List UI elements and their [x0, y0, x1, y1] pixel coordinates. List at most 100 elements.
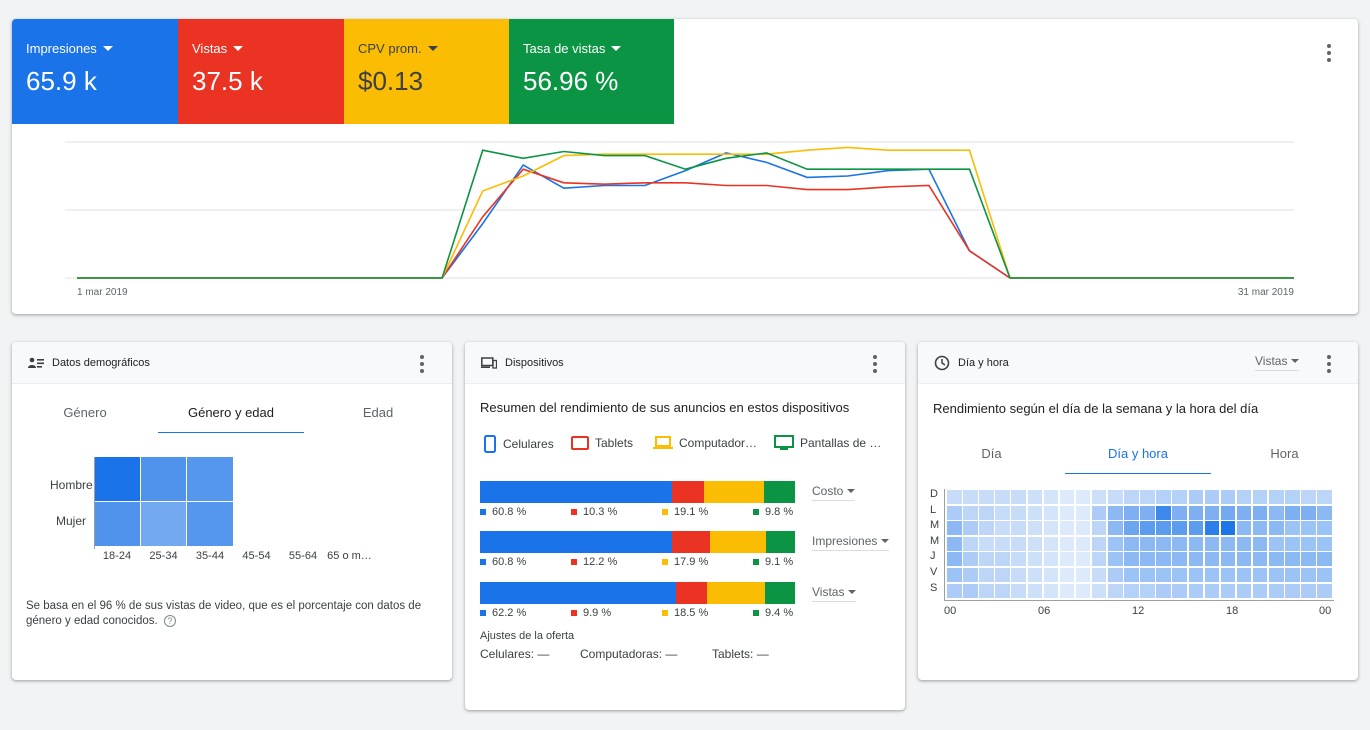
heat-cell[interactable] [1140, 521, 1155, 536]
legend-tablet[interactable]: Tablets [571, 435, 633, 451]
heat-cell[interactable] [1011, 490, 1026, 505]
heat-cell[interactable] [1301, 536, 1316, 551]
heat-cell[interactable] [94, 502, 140, 546]
heat-cell[interactable] [1172, 521, 1187, 536]
device-bar-segment[interactable] [480, 582, 676, 604]
heat-cell[interactable] [1172, 536, 1187, 551]
metric-views[interactable]: Vistas 37.5 k [178, 19, 344, 124]
tab-age[interactable]: Edad [304, 405, 452, 433]
device-metric-select[interactable]: Impresiones [812, 534, 890, 551]
heat-cell[interactable] [1301, 521, 1316, 536]
heat-cell[interactable] [140, 457, 186, 501]
heat-cell[interactable] [1317, 505, 1332, 520]
heat-cell[interactable] [1075, 536, 1091, 551]
heat-cell[interactable] [1043, 505, 1059, 520]
device-bar-row[interactable] [480, 531, 795, 553]
heat-cell[interactable] [1285, 583, 1300, 598]
heat-cell[interactable] [1011, 536, 1026, 551]
heat-cell[interactable] [1317, 536, 1332, 551]
heat-cell[interactable] [963, 536, 978, 551]
heat-cell[interactable] [1140, 552, 1155, 567]
more-options-icon[interactable] [1327, 355, 1331, 373]
heat-cell[interactable] [979, 583, 994, 598]
heat-cell[interactable] [1124, 505, 1139, 520]
heat-cell[interactable] [1059, 521, 1075, 536]
help-icon[interactable]: ? [163, 615, 176, 627]
heat-cell[interactable] [1027, 583, 1043, 598]
device-bar-segment[interactable] [707, 582, 766, 604]
heat-cell[interactable] [1220, 583, 1236, 598]
heat-cell[interactable] [1156, 505, 1171, 520]
heat-cell[interactable] [1252, 583, 1268, 598]
heat-cell[interactable] [1269, 490, 1284, 505]
device-bar-segment[interactable] [703, 481, 765, 503]
heat-cell[interactable] [1236, 521, 1252, 536]
device-metric-select[interactable]: Costo [812, 484, 856, 501]
heat-cell[interactable] [1236, 583, 1252, 598]
heat-cell[interactable] [995, 583, 1010, 598]
heat-cell[interactable] [1236, 536, 1252, 551]
heat-cell[interactable] [1027, 552, 1043, 567]
heat-cell[interactable] [1108, 490, 1123, 505]
heat-cell[interactable] [1140, 490, 1155, 505]
heat-cell[interactable] [947, 490, 962, 505]
device-bar-segment[interactable] [764, 481, 795, 503]
heat-cell[interactable] [1011, 583, 1026, 598]
heat-cell[interactable] [1011, 505, 1026, 520]
heat-cell[interactable] [1091, 568, 1107, 583]
heat-cell[interactable] [963, 568, 978, 583]
heat-cell[interactable] [140, 502, 186, 546]
heat-cell[interactable] [1236, 490, 1252, 505]
heat-cell[interactable] [1075, 490, 1091, 505]
heat-cell[interactable] [1301, 490, 1316, 505]
device-bar-segment[interactable] [671, 481, 704, 503]
heat-cell[interactable] [1091, 490, 1107, 505]
heat-cell[interactable] [1108, 583, 1123, 598]
heat-cell[interactable] [1301, 583, 1316, 598]
heat-cell[interactable] [1108, 568, 1123, 583]
device-bar-segment[interactable] [671, 531, 710, 553]
heat-cell[interactable] [1188, 536, 1204, 551]
heat-cell[interactable] [963, 521, 978, 536]
heat-cell[interactable] [1027, 536, 1043, 551]
heat-cell[interactable] [1043, 521, 1059, 536]
heat-cell[interactable] [1301, 505, 1316, 520]
heat-cell[interactable] [1124, 583, 1139, 598]
heat-cell[interactable] [1317, 490, 1332, 505]
heat-cell[interactable] [1269, 552, 1284, 567]
heat-cell[interactable] [947, 536, 962, 551]
more-options-icon[interactable] [1327, 44, 1331, 62]
heat-cell[interactable] [1075, 583, 1091, 598]
heat-cell[interactable] [1317, 521, 1332, 536]
device-bar-segment[interactable] [709, 531, 767, 553]
heat-cell[interactable] [1236, 568, 1252, 583]
heat-cell[interactable] [94, 457, 140, 501]
heat-cell[interactable] [1220, 505, 1236, 520]
heat-cell[interactable] [1252, 505, 1268, 520]
heat-cell[interactable] [1252, 568, 1268, 583]
heat-cell[interactable] [1075, 505, 1091, 520]
heat-cell[interactable] [1124, 552, 1139, 567]
heat-cell[interactable] [1108, 552, 1123, 567]
heat-cell[interactable] [1220, 521, 1236, 536]
heat-cell[interactable] [1059, 552, 1075, 567]
heat-cell[interactable] [1252, 536, 1268, 551]
heat-cell[interactable] [1269, 536, 1284, 551]
heat-cell[interactable] [1204, 568, 1220, 583]
device-bar-segment[interactable] [675, 582, 708, 604]
heat-cell[interactable] [1269, 521, 1284, 536]
heat-cell[interactable] [979, 568, 994, 583]
heat-cell[interactable] [1236, 505, 1252, 520]
device-bar-segment[interactable] [765, 582, 795, 604]
heat-cell[interactable] [1252, 552, 1268, 567]
device-bar-row[interactable] [480, 481, 795, 503]
heat-cell[interactable] [979, 521, 994, 536]
heat-cell[interactable] [1204, 505, 1220, 520]
heat-cell[interactable] [1188, 568, 1204, 583]
heat-cell[interactable] [1269, 568, 1284, 583]
heat-cell[interactable] [1285, 568, 1300, 583]
heat-cell[interactable] [1043, 490, 1059, 505]
heat-cell[interactable] [1156, 568, 1171, 583]
heat-cell[interactable] [1091, 552, 1107, 567]
heat-cell[interactable] [1027, 521, 1043, 536]
